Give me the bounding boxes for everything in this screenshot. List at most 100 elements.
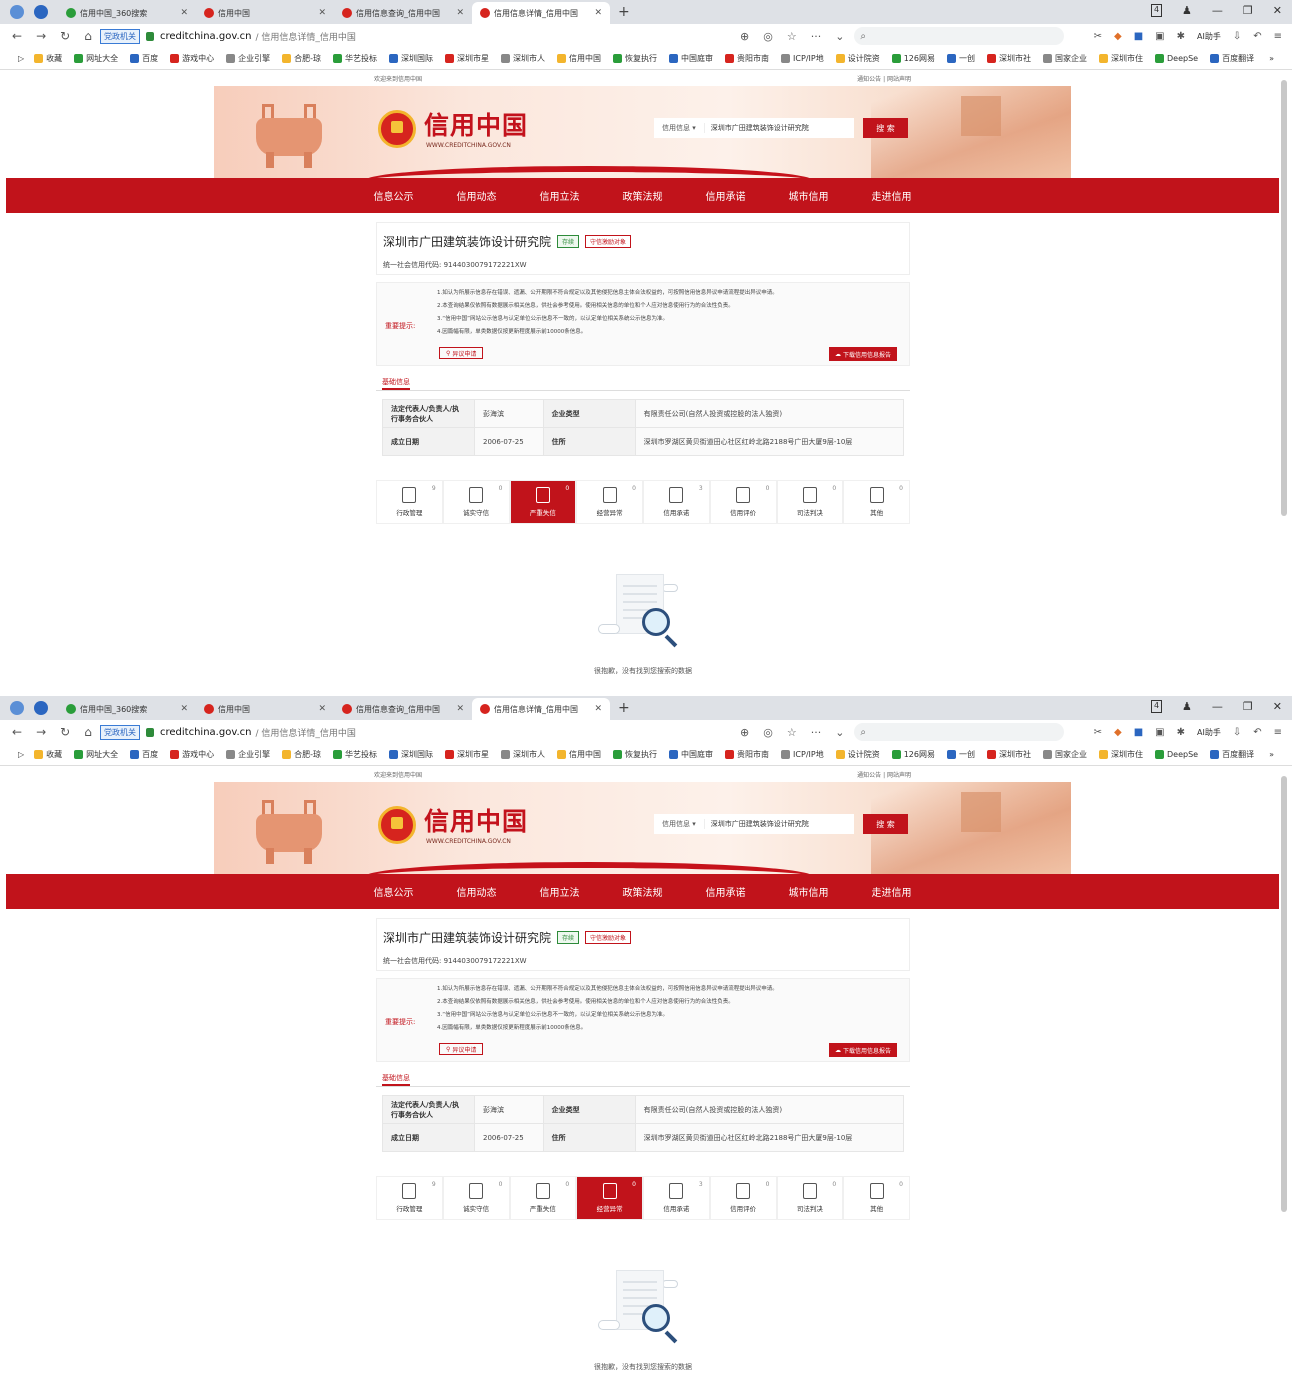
extension-icon[interactable]: ✱ — [1177, 31, 1185, 42]
scrollbar[interactable] — [1280, 770, 1288, 1386]
main-nav-item[interactable]: 城市信用 — [767, 188, 850, 203]
category-tab[interactable]: 0 严重失信 — [509, 480, 577, 524]
game-icon[interactable]: ◆ — [1114, 727, 1122, 738]
search-category-select[interactable]: 信用信息 ▾ — [654, 123, 705, 133]
category-tab[interactable]: 0 经营异常 — [576, 1176, 643, 1220]
bookmark-item[interactable]: 中国庭审 — [669, 749, 713, 760]
minimize-icon[interactable]: — — [1212, 700, 1223, 713]
scrollbar-thumb[interactable] — [1281, 776, 1287, 1212]
bookmark-item[interactable]: ICP/IP地 — [781, 749, 824, 760]
category-tab[interactable]: 0 其他 — [843, 1176, 910, 1220]
close-window-icon[interactable]: ✕ — [1273, 700, 1282, 713]
chevron-down-icon[interactable]: ⌄ — [835, 30, 844, 43]
minimize-icon[interactable]: — — [1212, 4, 1223, 17]
tab-count-badge[interactable]: 4 — [1150, 4, 1163, 17]
bookmark-item[interactable]: 企业引擎 — [226, 749, 270, 760]
browser-tab[interactable]: 信用中国 ✕ — [196, 2, 334, 24]
bookmark-item[interactable]: 中国庭审 — [669, 53, 713, 64]
bookmark-item[interactable]: 游戏中心 — [170, 53, 214, 64]
bookmark-item[interactable]: 深圳市星 — [445, 53, 489, 64]
bookmark-item[interactable]: 国家企业 — [1042, 53, 1087, 64]
main-nav-item[interactable]: 信用立法 — [518, 884, 601, 899]
category-tab[interactable]: 0 诚实守信 — [442, 480, 510, 524]
download-icon[interactable]: ⇩ — [1233, 727, 1241, 738]
sidebar-toggle-icon[interactable]: ▷ — [18, 750, 24, 759]
category-tab[interactable]: 0 其他 — [843, 480, 910, 524]
bookmark-item[interactable]: 深圳市人 — [501, 749, 545, 760]
bookmark-item[interactable]: 信用中国 — [557, 749, 601, 760]
site-search-input[interactable]: 深圳市广田建筑装饰设计研究院 — [705, 123, 809, 133]
bookmark-item[interactable]: 一创 — [946, 53, 975, 64]
browser-tab[interactable]: 信用信息详情_信用中国 ✕ — [472, 2, 610, 24]
category-tab[interactable]: 3 信用承诺 — [643, 480, 710, 524]
chevron-down-icon[interactable]: ⌄ — [835, 726, 844, 739]
bookmark-item[interactable]: 网址大全 — [74, 53, 118, 64]
shield-icon[interactable] — [34, 701, 48, 715]
reload-icon[interactable]: ↻ — [60, 725, 70, 739]
main-nav-item[interactable]: 信用立法 — [518, 188, 601, 203]
main-nav-item[interactable]: 信用动态 — [435, 884, 518, 899]
bookmark-item[interactable]: 126网易 — [891, 53, 935, 64]
bookmark-item[interactable]: 百度翻译 — [1210, 749, 1254, 760]
location-icon[interactable]: ◎ — [763, 726, 773, 739]
category-tab[interactable]: 9 行政管理 — [376, 1176, 443, 1220]
site-search-button[interactable]: 搜 索 — [863, 814, 908, 834]
main-nav-item[interactable]: 走进信用 — [850, 188, 933, 203]
browser-tab[interactable]: 信用中国 ✕ — [196, 698, 334, 720]
bookmark-item[interactable]: 设计院资 — [835, 53, 880, 64]
bookmark-item[interactable]: 百度 — [130, 53, 158, 64]
download-report-button[interactable]: ☁ 下载信用信息报告 — [828, 347, 897, 361]
category-tab[interactable]: 0 司法判决 — [776, 1176, 844, 1220]
shield-icon[interactable] — [34, 5, 48, 19]
app-icon[interactable]: ■ — [1134, 727, 1143, 738]
tab-close-icon[interactable]: ✕ — [456, 704, 464, 714]
menu-icon[interactable]: ≡ — [1274, 727, 1282, 738]
menu-icon[interactable]: ≡ — [1274, 31, 1282, 42]
address-bar[interactable]: 党政机关 creditchina.gov.cn / 信用信息详情_信用中国 — [100, 27, 720, 45]
shirt-icon[interactable]: ♟ — [1182, 4, 1192, 17]
zoom-icon[interactable]: ⊕ — [740, 30, 749, 43]
main-nav-item[interactable]: 走进信用 — [850, 884, 933, 899]
reload-icon[interactable]: ↻ — [60, 29, 70, 43]
bookmark-item[interactable]: 恢复执行 — [613, 53, 657, 64]
site-search-button[interactable]: 搜 索 — [863, 118, 908, 138]
bookmark-item[interactable]: DeepSe — [1154, 53, 1198, 64]
bookmark-item[interactable]: 深圳市住 — [1098, 749, 1143, 760]
browser-tab[interactable]: 信用信息查询_信用中国 ✕ — [334, 2, 472, 24]
bookmark-item[interactable]: 恢复执行 — [613, 749, 657, 760]
restore-icon[interactable]: ❐ — [1243, 700, 1253, 713]
new-tab-button[interactable]: + — [618, 4, 630, 20]
category-tab[interactable]: 0 信用评价 — [709, 480, 777, 524]
bookmarks-more[interactable]: » — [1269, 750, 1274, 759]
search-box[interactable]: ⌕ — [854, 27, 1065, 45]
zoom-icon[interactable]: ⊕ — [740, 726, 749, 739]
bookmark-item[interactable]: 126网易 — [891, 749, 935, 760]
bookmark-item[interactable]: 合肥-琼 — [282, 53, 321, 64]
shirt-icon[interactable]: ♟ — [1182, 700, 1192, 713]
bookmark-item[interactable]: 设计院资 — [835, 749, 880, 760]
ai-assistant-button[interactable]: AI助手 — [1197, 727, 1221, 738]
tab-close-icon[interactable]: ✕ — [318, 8, 326, 18]
bookmark-item[interactable]: 企业引擎 — [226, 53, 270, 64]
bookmark-item[interactable]: 深圳市住 — [1098, 53, 1143, 64]
bookmark-item[interactable]: 合肥-琼 — [282, 749, 321, 760]
browser-tab[interactable]: 信用中国_360搜索 ✕ — [58, 698, 196, 720]
search-category-select[interactable]: 信用信息 ▾ — [654, 819, 705, 829]
objection-button[interactable]: ⚲ 异议申请 — [439, 347, 484, 359]
new-tab-button[interactable]: + — [618, 700, 630, 716]
browser-tab[interactable]: 信用中国_360搜索 ✕ — [58, 2, 196, 24]
bookmark-item[interactable]: 收藏 — [34, 749, 62, 760]
main-nav-item[interactable]: 信息公示 — [352, 188, 435, 203]
bookmark-item[interactable]: 网址大全 — [74, 749, 118, 760]
close-window-icon[interactable]: ✕ — [1273, 4, 1282, 17]
main-nav-item[interactable]: 信用承诺 — [684, 884, 767, 899]
forward-icon[interactable]: → — [36, 29, 46, 43]
home-icon[interactable]: ⌂ — [84, 29, 92, 43]
undo-icon[interactable]: ↶ — [1253, 727, 1261, 738]
bookmark-item[interactable]: 贵阳市南 — [725, 749, 769, 760]
scrollbar-thumb[interactable] — [1281, 80, 1287, 516]
restore-icon[interactable]: ❐ — [1243, 4, 1253, 17]
top-links[interactable]: 通知公告 | 网站声明 — [857, 770, 911, 779]
bookmark-item[interactable]: 百度翻译 — [1210, 53, 1254, 64]
cut-icon[interactable]: ✂ — [1094, 31, 1102, 42]
